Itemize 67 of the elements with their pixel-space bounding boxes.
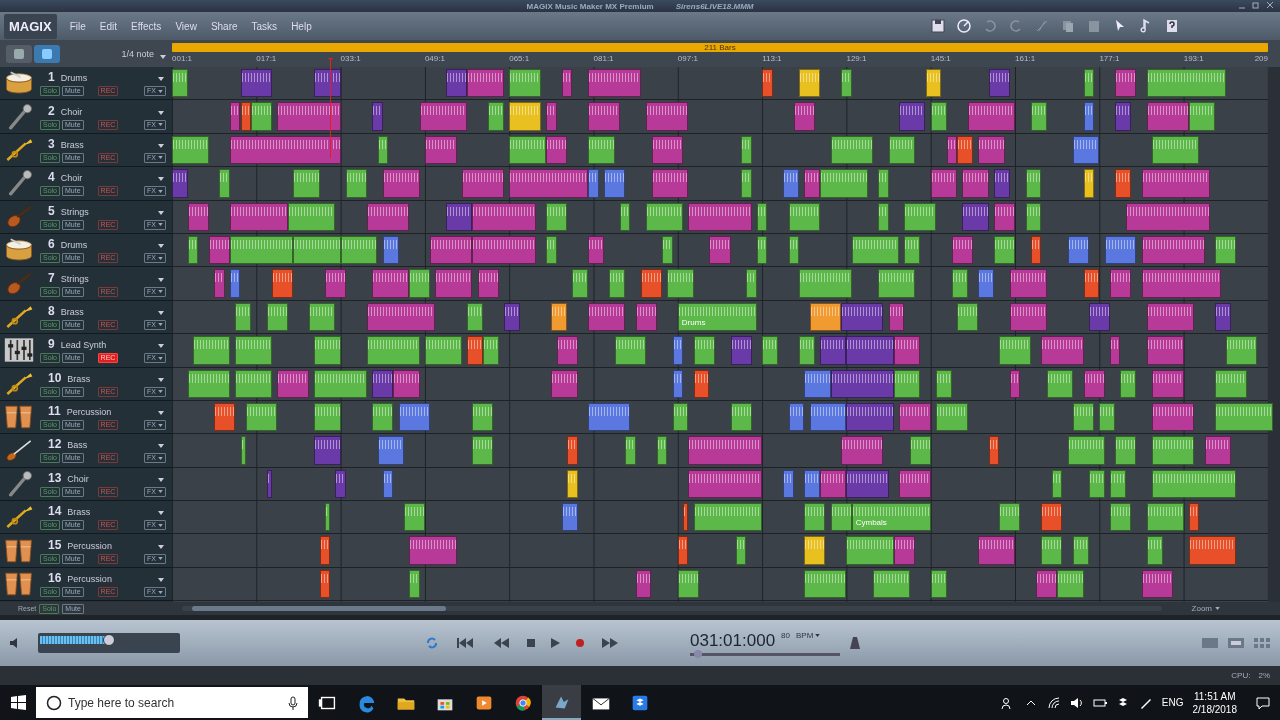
- track-number: 5: [48, 203, 55, 218]
- track-name: Percussion: [66, 407, 112, 418]
- bar-marker: 017:1: [256, 54, 277, 63]
- menu-item[interactable]: Effects: [124, 20, 169, 32]
- track-number: 14: [48, 504, 62, 519]
- menu-item[interactable]: Share: [203, 20, 245, 32]
- tempo-unit[interactable]: BPM: [796, 630, 821, 640]
- cpu-label: CPU:: [1231, 671, 1251, 680]
- track-name: Brass: [67, 507, 91, 518]
- search-field[interactable]: Type here to search: [36, 687, 308, 718]
- track-number: 10: [48, 370, 62, 385]
- track-name: Strings: [60, 273, 89, 284]
- window-title: MAGIX Music Maker MX Premium: [526, 1, 654, 11]
- track-name: Strings: [60, 206, 89, 217]
- bar-marker: 049:1: [424, 54, 445, 63]
- app-logo: MAGIX: [4, 13, 57, 39]
- track-name: Choir: [60, 106, 83, 117]
- track-number: 16: [48, 571, 62, 586]
- bar-marker: 097:1: [677, 54, 698, 63]
- track-name: Drums: [60, 73, 88, 84]
- track-name: Choir: [67, 473, 89, 484]
- snap-dropdown[interactable]: 1/4 note: [121, 48, 154, 59]
- bar-marker: 177:1: [1099, 54, 1120, 63]
- bar-marker: 065:1: [509, 54, 530, 63]
- track-number: 1: [48, 70, 55, 85]
- track-name: Choir: [60, 173, 83, 184]
- track-number: 8: [48, 303, 55, 318]
- track-name: Drums: [60, 240, 88, 251]
- track-name: Brass: [60, 139, 84, 150]
- menu-item[interactable]: Tasks: [244, 20, 285, 32]
- bar-marker: 001:1: [172, 54, 193, 63]
- track-number: 9: [48, 337, 55, 352]
- file-name: Sirens6LIVE18.MMM: [675, 1, 754, 11]
- track-number: 15: [48, 537, 62, 552]
- bar-marker: 113:1: [762, 54, 782, 63]
- bar-marker: 081:1: [593, 54, 614, 63]
- bar-marker: 145:1: [930, 54, 951, 63]
- track-number: 11: [48, 404, 61, 419]
- track-name: Percussion: [67, 574, 112, 585]
- menu-item[interactable]: Help: [284, 20, 319, 32]
- time-display: 031:01:000: [690, 630, 776, 651]
- track-name: Percussion: [67, 540, 112, 551]
- bar-marker: 209: [1254, 54, 1268, 63]
- menu-item[interactable]: File: [62, 20, 93, 32]
- track-number: 4: [48, 170, 55, 185]
- range-bar[interactable]: 211 Bars: [172, 43, 1268, 52]
- zoom-control[interactable]: Zoom: [1191, 604, 1220, 613]
- track-number: 12: [48, 437, 62, 452]
- bar-marker: 129:1: [846, 54, 867, 63]
- menu-item[interactable]: Edit: [92, 20, 124, 32]
- bar-marker: 033:1: [340, 54, 361, 63]
- track-number: 2: [48, 103, 55, 118]
- tempo-value: 80: [781, 630, 790, 640]
- bar-marker: 193:1: [1183, 54, 1204, 63]
- track-name: Bass: [67, 440, 88, 451]
- clock[interactable]: 11:51 AM 2/18/2018: [1192, 689, 1237, 716]
- track-name: Lead Synth: [60, 340, 107, 351]
- language-indicator[interactable]: ENG: [1161, 697, 1184, 708]
- bar-marker: 161:1: [1015, 54, 1036, 63]
- menu-item[interactable]: View: [168, 20, 204, 32]
- track-number: 6: [48, 237, 55, 252]
- track-name: Brass: [67, 373, 91, 384]
- track-number: 3: [48, 136, 55, 151]
- track-number: 13: [48, 470, 62, 485]
- track-number: 7: [48, 270, 55, 285]
- cpu-value: 2%: [1258, 671, 1270, 680]
- track-name: Brass: [60, 306, 84, 317]
